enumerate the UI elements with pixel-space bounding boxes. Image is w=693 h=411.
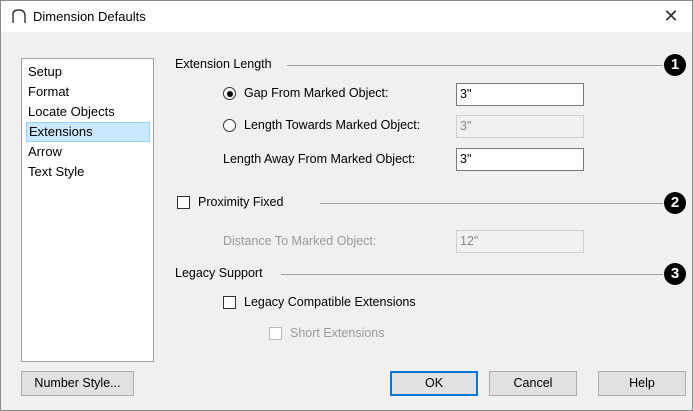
proximity-fixed-checkbox[interactable] xyxy=(177,196,190,209)
radio-dot xyxy=(226,90,233,97)
title-bar: Dimension Defaults ✕ xyxy=(1,1,692,32)
cancel-button[interactable]: Cancel xyxy=(489,371,577,396)
legacy-support-heading: Legacy Support xyxy=(175,266,263,280)
sidebar-item-text-style[interactable]: Text Style xyxy=(26,162,150,182)
close-button[interactable]: ✕ xyxy=(654,3,688,29)
callout-badge-2: 2 xyxy=(664,192,686,214)
legacy-compatible-label[interactable]: Legacy Compatible Extensions xyxy=(244,295,416,309)
sidebar-item-format[interactable]: Format xyxy=(26,82,150,102)
dimension-defaults-dialog: Dimension Defaults ✕ Setup Format Locate… xyxy=(0,0,693,411)
group-divider xyxy=(287,65,663,66)
distance-field: 12" xyxy=(456,230,584,253)
category-list[interactable]: Setup Format Locate Objects Extensions A… xyxy=(21,58,154,362)
towards-radio[interactable] xyxy=(223,119,236,132)
callout-badge-3: 3 xyxy=(664,263,686,285)
away-field[interactable]: 3" xyxy=(456,148,584,171)
short-extensions-checkbox xyxy=(269,327,282,340)
callout-badge-1: 1 xyxy=(664,54,686,76)
group-divider xyxy=(320,203,663,204)
dialog-title: Dimension Defaults xyxy=(33,9,146,24)
gap-field[interactable]: 3" xyxy=(456,83,584,106)
legacy-compatible-checkbox[interactable] xyxy=(223,296,236,309)
group-divider xyxy=(281,274,663,275)
gap-label: Gap From Marked Object: xyxy=(244,86,389,100)
proximity-fixed-label[interactable]: Proximity Fixed xyxy=(198,195,283,209)
towards-field: 3" xyxy=(456,115,584,138)
ok-button[interactable]: OK xyxy=(390,371,478,396)
sidebar-item-locate-objects[interactable]: Locate Objects xyxy=(26,102,150,122)
sidebar-item-setup[interactable]: Setup xyxy=(26,62,150,82)
arc-icon xyxy=(12,9,26,23)
short-extensions-label: Short Extensions xyxy=(290,326,385,340)
number-style-button[interactable]: Number Style... xyxy=(21,371,134,396)
towards-label: Length Towards Marked Object: xyxy=(244,118,421,132)
help-button[interactable]: Help xyxy=(598,371,686,396)
sidebar-item-extensions[interactable]: Extensions xyxy=(26,122,150,142)
gap-radio[interactable] xyxy=(223,87,236,100)
close-icon: ✕ xyxy=(663,6,679,26)
sidebar-item-arrow[interactable]: Arrow xyxy=(26,142,150,162)
away-label: Length Away From Marked Object: xyxy=(223,152,416,166)
extension-length-heading: Extension Length xyxy=(175,57,272,71)
distance-label: Distance To Marked Object: xyxy=(223,234,377,248)
